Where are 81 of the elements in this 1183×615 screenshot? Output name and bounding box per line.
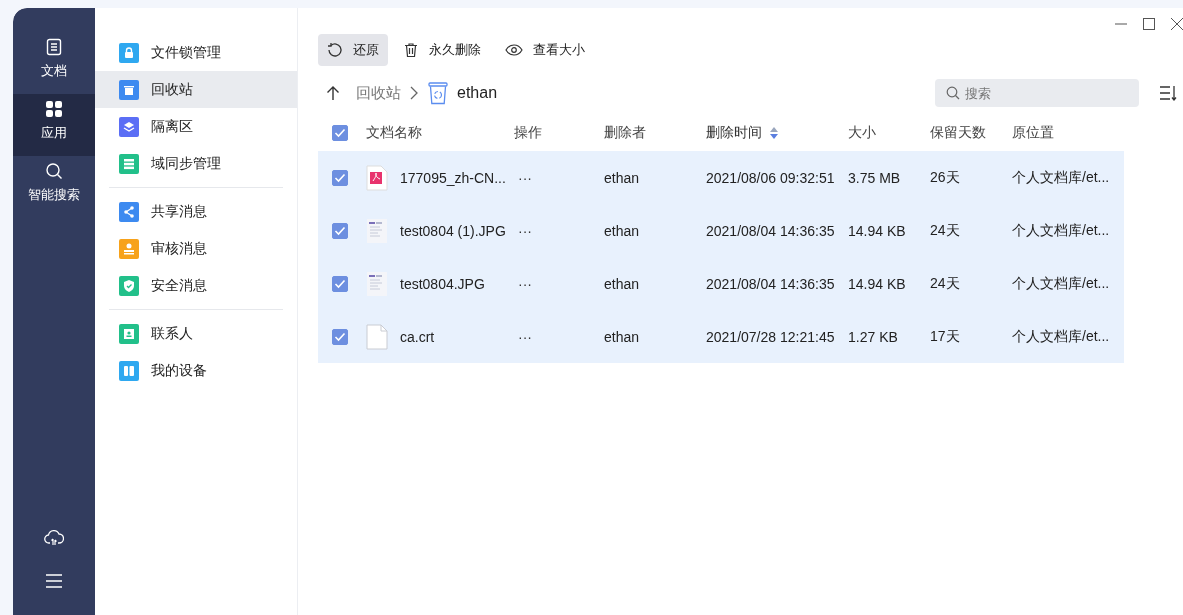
table-cell: ethan (604, 275, 640, 292)
table-cell: 26天 (930, 168, 960, 187)
table-cell: 14.94 KB (848, 275, 906, 292)
sidebar-item[interactable]: 联系人 (95, 315, 297, 352)
sidebar-item[interactable]: 域同步管理 (95, 145, 297, 182)
column-header[interactable]: 大小 (848, 124, 876, 142)
search-field[interactable]: 搜索 (935, 79, 1139, 107)
column-header[interactable]: 删除者 (604, 124, 646, 142)
more-actions-button[interactable]: ··· (514, 328, 536, 345)
pdf-file-icon (366, 164, 388, 191)
menu-icon[interactable] (45, 573, 63, 589)
column-header[interactable]: 文档名称 (366, 124, 422, 142)
search-icon (45, 162, 63, 180)
cloud-upload-icon[interactable] (44, 529, 64, 547)
eye-icon (505, 42, 523, 58)
sidebar-item[interactable]: 安全消息 (95, 267, 297, 304)
search-icon (946, 86, 960, 100)
file-name: ca.crt (400, 328, 435, 345)
select-all-checkbox[interactable] (332, 125, 348, 141)
table-cell: 3.75 MB (848, 169, 901, 186)
trash-icon (403, 42, 419, 58)
row-checkbox[interactable] (332, 222, 348, 239)
nav-item[interactable]: 文档 (13, 32, 95, 94)
table-row[interactable]: ca.crt ··· ethan 2021/07/28 12:21:45 1.27 KB 17天 个人文档库/et... (318, 310, 1124, 363)
sidebar-item[interactable]: 文件锁管理 (95, 34, 297, 71)
table-cell: 2021/08/04 14:36:35 (706, 222, 835, 239)
sidebar-item[interactable]: 我的设备 (95, 352, 297, 389)
apps-icon (45, 100, 63, 118)
file-name: 177095_zh-CN... (400, 169, 506, 186)
table-cell: 个人文档库/et... (1012, 274, 1110, 293)
sidebar-item[interactable]: 审核消息 (95, 230, 297, 267)
sort-arrows-icon[interactable] (770, 127, 778, 139)
table-row[interactable]: 177095_zh-CN... ··· ethan 2021/08/06 09:32:51 3.75 MB 26天 个人文档库/et... (318, 151, 1124, 204)
table-row[interactable]: test0804.JPG ··· ethan 2021/08/04 14:36:35 14.94 KB 24天 个人文档库/et... (318, 257, 1124, 310)
row-checkbox[interactable] (332, 275, 348, 292)
file-name: test0804 (1).JPG (400, 222, 506, 239)
document-icon (45, 38, 63, 56)
toolbar-button[interactable]: 查看大小 (496, 34, 594, 66)
table-cell: 14.94 KB (848, 222, 906, 239)
row-checkbox[interactable] (332, 169, 348, 186)
table-cell: 个人文档库/et... (1012, 221, 1110, 240)
table-cell: 17天 (930, 327, 960, 346)
column-header[interactable]: 保留天数 (930, 124, 986, 142)
column-header[interactable]: 删除时间 (706, 124, 762, 142)
row-checkbox[interactable] (332, 328, 348, 345)
table-cell: ethan (604, 222, 640, 239)
sidebar-item[interactable]: 共享消息 (95, 193, 297, 230)
table-cell: 2021/08/06 09:32:51 (706, 169, 835, 186)
nav-item[interactable]: 应用 (13, 94, 95, 156)
table-cell: 2021/07/28 12:21:45 (706, 328, 835, 345)
sort-icon[interactable] (1159, 85, 1177, 101)
table-cell: 个人文档库/et... (1012, 168, 1110, 187)
breadcrumb-current: ethan (457, 84, 498, 102)
table-cell: ethan (604, 328, 640, 345)
close-icon[interactable] (1171, 18, 1183, 30)
maximize-icon[interactable] (1143, 18, 1155, 30)
table-cell: 24天 (930, 274, 960, 293)
blank-file-icon (366, 323, 388, 350)
file-name: test0804.JPG (400, 275, 485, 292)
recycle-bin-icon (427, 81, 449, 105)
table-cell: ethan (604, 169, 640, 186)
image-thumbnail-icon (366, 217, 388, 244)
sidebar-item[interactable]: 隔离区 (95, 108, 297, 145)
nav-item[interactable]: 智能搜索 (13, 156, 95, 218)
more-actions-button[interactable]: ··· (514, 169, 536, 186)
toolbar-button[interactable]: 永久删除 (394, 34, 490, 66)
undo-icon (327, 42, 343, 58)
table-cell: 24天 (930, 221, 960, 240)
table-cell: 1.27 KB (848, 328, 898, 345)
table-cell: 2021/08/04 14:36:35 (706, 275, 835, 292)
toolbar-button[interactable]: 还原 (318, 34, 388, 66)
chevron-right-icon (409, 86, 419, 100)
more-actions-button[interactable]: ··· (514, 222, 536, 239)
image-thumbnail-icon (366, 270, 388, 297)
more-actions-button[interactable]: ··· (514, 275, 536, 292)
table-cell: 个人文档库/et... (1012, 327, 1110, 346)
breadcrumb-link[interactable]: 回收站 (356, 83, 401, 103)
column-header[interactable]: 原位置 (1012, 124, 1054, 142)
column-header[interactable]: 操作 (514, 124, 542, 142)
table-row[interactable]: test0804 (1).JPG ··· ethan 2021/08/04 14:36:35 14.94 KB 24天 个人文档库/et... (318, 204, 1124, 257)
sidebar-item[interactable]: 回收站 (95, 71, 297, 108)
